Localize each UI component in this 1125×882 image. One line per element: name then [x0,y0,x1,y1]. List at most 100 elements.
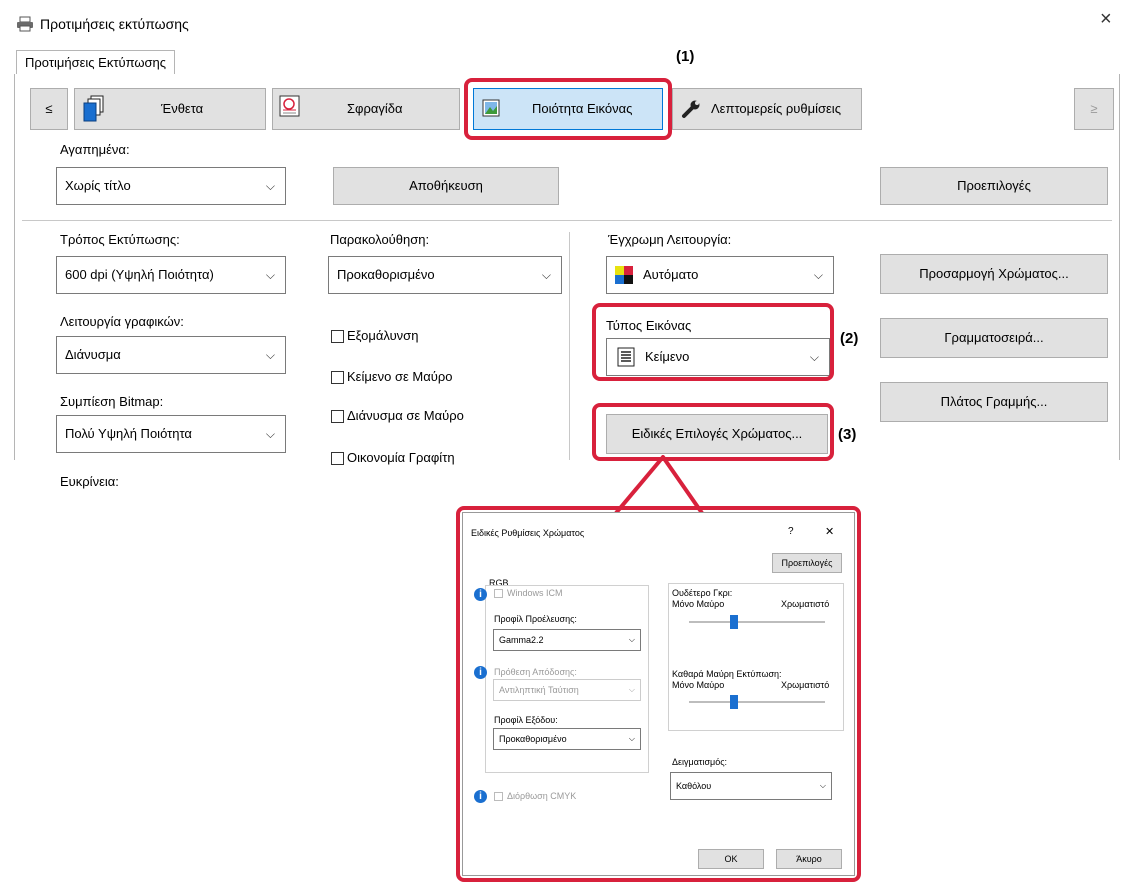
line-width-button[interactable]: Πλάτος Γραμμής... [880,382,1108,422]
vector-to-black-label: Διάνυσμα σε Μαύρο [347,408,464,423]
highlight-box-2 [592,303,834,381]
source-profile-value: Gamma2.2 [499,635,544,645]
ribbon-prev-button[interactable]: ≤ [30,88,68,130]
checkbox-box [331,410,344,423]
favorites-value: Χωρίς τίτλο [65,178,131,193]
close-button[interactable]: ✕ [825,525,834,538]
graphics-mode-select[interactable]: Διάνυσμα ⌵ [56,336,286,374]
callout-3: (3) [838,426,857,443]
chevron-down-icon: ⌵ [813,268,823,282]
output-profile-select[interactable]: Προκαθορισμένο ⌵ [493,728,641,750]
windows-icm-label: Windows ICM [507,588,563,598]
neutral-gray-label: Ουδέτερο Γκρι: [672,588,733,598]
toner-save-label: Οικονομία Γραφίτη [347,450,455,465]
ribbon-stamp-label: Σφραγίδα [347,101,403,116]
fonts-button[interactable]: Γραμματοσειρά... [880,318,1108,358]
monitoring-value: Προκαθορισμένο [337,267,435,282]
chevron-down-icon: ⌵ [265,268,275,282]
graphics-mode-value: Διάνυσμα [65,347,121,362]
color-squares-icon [615,266,633,284]
info-icon[interactable]: i [474,790,487,803]
bitmap-compression-select[interactable]: Πολύ Υψηλή Ποιότητα ⌵ [56,415,286,453]
cmyk-correction-label: Διόρθωση CMYK [507,791,577,801]
title-bar: Προτιμήσεις εκτύπωσης × [0,0,1125,44]
help-button[interactable]: ? [788,526,794,537]
info-icon[interactable]: i [474,666,487,679]
pure-black-label: Καθαρά Μαύρη Εκτύπωση: [672,669,782,679]
print-mode-select[interactable]: 600 dpi (Υψηλή Ποιότητα) ⌵ [56,256,286,294]
smoothing-label: Εξομάλυνση [347,328,419,343]
highlight-box-3 [592,403,834,461]
vertical-divider [569,232,570,460]
render-intent-select[interactable]: Αντιληπτική Ταύτιση ⌵ [493,679,641,701]
neutral-gray-slider[interactable] [689,613,825,633]
info-icon[interactable]: i [474,588,487,601]
graphics-mode-label: Λειτουργία γραφικών: [60,314,184,329]
text-to-black-label: Κείμενο σε Μαύρο [347,369,453,384]
neutral-gray-right-label: Χρωματιστό [781,599,830,609]
ribbon-inserts-label: Ένθετα [161,101,204,116]
checkbox-box [494,792,503,801]
callout-1: (1) [676,48,695,65]
chevron-down-icon: ⌵ [265,427,275,441]
output-profile-value: Προκαθορισμένο [499,734,567,744]
favorites-label: Αγαπημένα: [60,142,130,157]
chevron-down-icon: ⌵ [628,685,635,694]
monitoring-label: Παρακολούθηση: [330,232,430,247]
output-profile-label: Προφίλ Εξόδου: [494,715,558,725]
color-mode-select[interactable]: Αυτόματο ⌵ [606,256,834,294]
chevron-down-icon: ⌵ [819,781,826,790]
color-mode-label: Έγχρωμη Λειτουργία: [608,232,732,247]
sampling-label: Δειγματισμός: [672,757,728,767]
chevron-down-icon: ⌵ [265,348,275,362]
source-profile-select[interactable]: Gamma2.2 ⌵ [493,629,641,651]
ribbon-detailed-settings-label: Λεπτομερείς ρυθμίσεις [711,101,841,116]
favorites-select[interactable]: Χωρίς τίτλο ⌵ [56,167,286,205]
monitoring-select[interactable]: Προκαθορισμένο ⌵ [328,256,562,294]
slider-track [689,701,825,703]
dialog-title: Ειδικές Ρυθμίσεις Χρώματος [471,528,585,538]
neutral-gray-left-label: Μόνο Μαύρο [672,599,725,609]
divider [22,220,1112,221]
defaults-button[interactable]: Προεπιλογές [772,553,842,573]
defaults-button[interactable]: Προεπιλογές [880,167,1108,205]
tab-print-preferences[interactable]: Προτιμήσεις Εκτύπωσης [16,50,176,76]
pages-icon [83,95,104,122]
ribbon-next-button[interactable]: ≥ [1074,88,1114,130]
tab-strip [14,48,1114,77]
print-mode-value: 600 dpi (Υψηλή Ποιότητα) [65,267,214,282]
wrench-icon [682,100,700,118]
source-profile-label: Προφίλ Προέλευσης: [494,614,577,624]
ok-button[interactable]: OK [698,849,764,869]
cancel-button[interactable]: Άκυρο [776,849,842,869]
slider-thumb[interactable] [730,695,738,709]
sampling-value: Καθόλου [676,781,712,791]
ribbon-detailed-settings-button[interactable]: Λεπτομερείς ρυθμίσεις [672,88,862,130]
highlight-box-1 [464,78,672,140]
chevron-down-icon: ⌵ [628,734,635,743]
pure-black-left-label: Μόνο Μαύρο [672,680,725,690]
chevron-down-icon: ⌵ [265,179,275,193]
ribbon-inserts-button[interactable]: Ένθετα [74,88,266,130]
sampling-select[interactable]: Καθόλου ⌵ [670,772,832,800]
render-intent-label: Πρόθεση Απόδοσης: [494,667,577,677]
render-intent-value: Αντιληπτική Ταύτιση [499,685,579,695]
save-button[interactable]: Αποθήκευση [333,167,559,205]
ribbon-stamp-button[interactable]: Σφραγίδα [272,88,460,130]
checkbox-box [331,452,344,465]
color-adjust-button[interactable]: Προσαρμογή Χρώματος... [880,254,1108,294]
bitmap-compression-label: Συμπίεση Bitmap: [60,394,164,409]
checkbox-box [331,371,344,384]
special-color-settings-dialog: Ειδικές Ρυθμίσεις Χρώματος ? ✕ Προεπιλογ… [462,512,855,876]
stamp-icon [279,95,300,117]
pure-black-slider[interactable] [689,693,825,713]
print-mode-label: Τρόπος Εκτύπωσης: [60,232,180,247]
color-mode-value: Αυτόματο [643,267,699,282]
print-preferences-dialog: Προτιμήσεις εκτύπωσης × Προτιμήσεις Εκτύ… [0,0,1125,489]
printer-icon [17,16,33,32]
slider-track [689,621,825,623]
bitmap-compression-value: Πολύ Υψηλή Ποιότητα [65,426,192,441]
chevron-down-icon: ⌵ [541,268,551,282]
slider-thumb[interactable] [730,615,738,629]
close-button[interactable]: × [1100,8,1112,31]
